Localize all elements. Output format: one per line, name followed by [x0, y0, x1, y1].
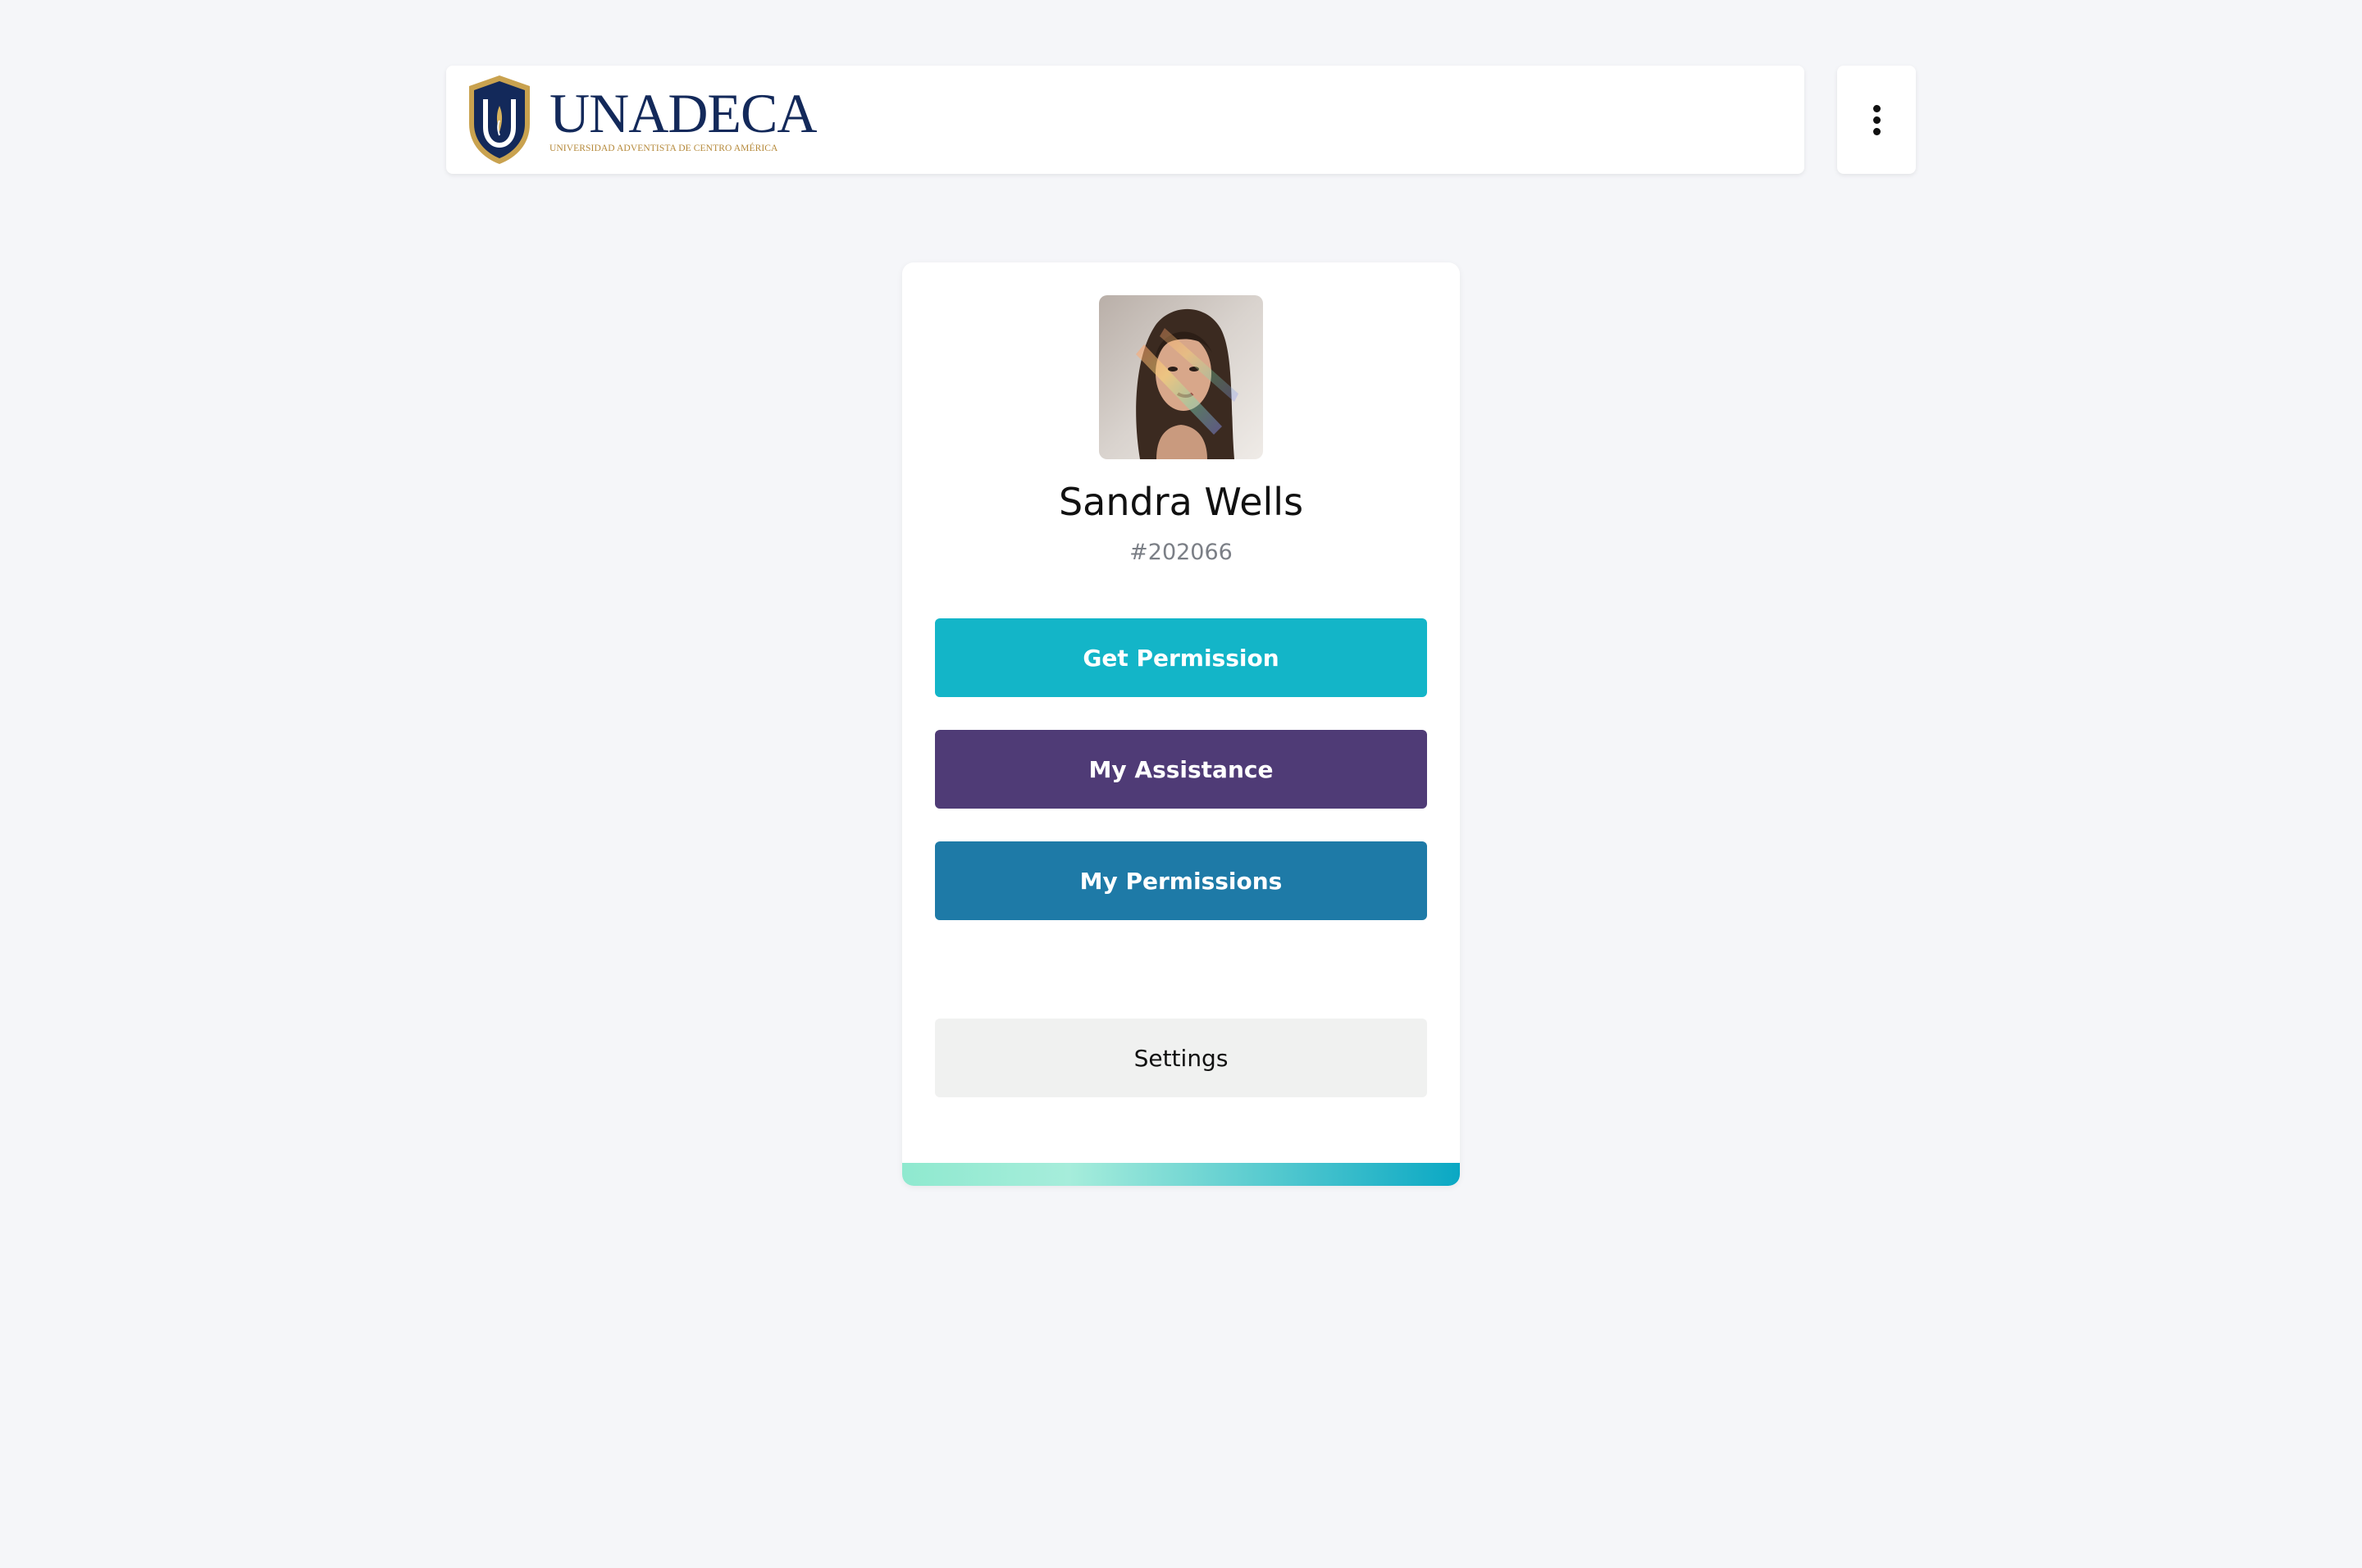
my-assistance-button[interactable]: My Assistance [935, 730, 1427, 809]
kebab-menu-icon [1872, 104, 1881, 135]
logo-title: UNADECA [549, 82, 817, 144]
profile-card: Sandra Wells #202066 Get Permission My A… [902, 262, 1460, 1186]
logo-subtitle: UNIVERSIDAD ADVENTISTA DE CENTRO AMÉRICA [549, 144, 778, 153]
user-id: #202066 [1129, 540, 1233, 565]
my-permissions-button[interactable]: My Permissions [935, 841, 1427, 920]
avatar[interactable] [1099, 295, 1263, 459]
logo-wordmark: UNADECA UNIVERSIDAD ADVENTISTA DE CENTRO… [549, 82, 817, 154]
more-options-button[interactable] [1837, 66, 1916, 174]
get-permission-button[interactable]: Get Permission [935, 618, 1427, 697]
card-footer-gradient [902, 1163, 1460, 1186]
user-name: Sandra Wells [1058, 480, 1304, 524]
top-navbar: UNADECA UNIVERSIDAD ADVENTISTA DE CENTRO… [446, 66, 1804, 174]
settings-button[interactable]: Settings [935, 1019, 1427, 1097]
unadeca-logo[interactable]: UNADECA UNIVERSIDAD ADVENTISTA DE CENTRO… [464, 71, 817, 169]
shield-crest-icon [469, 75, 530, 164]
